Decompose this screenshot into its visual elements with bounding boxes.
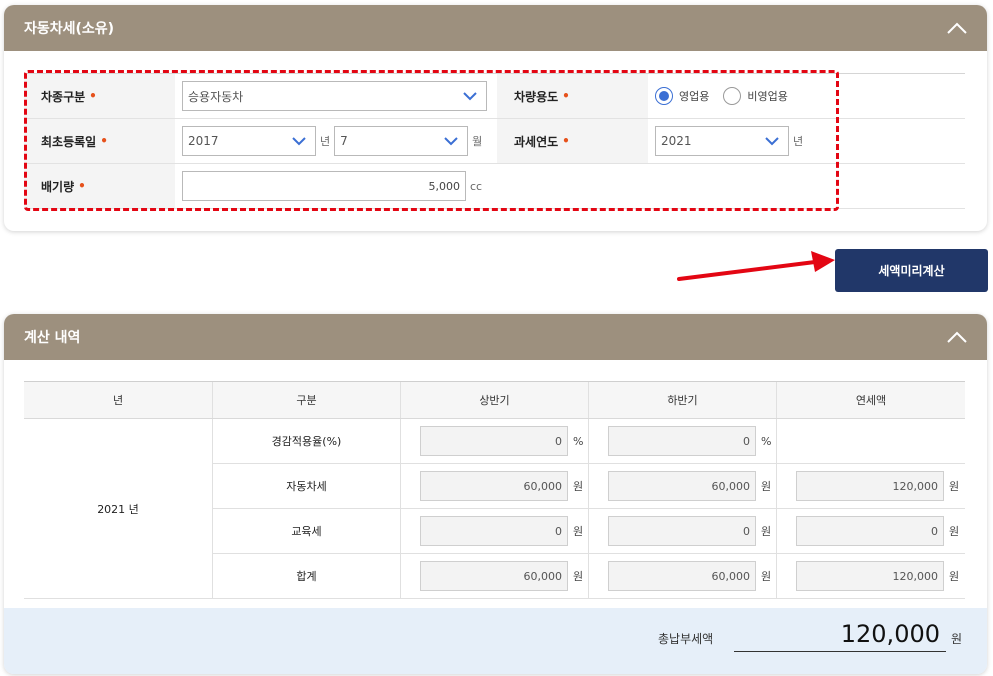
table-row: 자동차세 60,000 원 60,000 원 120,000 원 [213,464,965,509]
registration-month-select[interactable]: 7 [334,126,469,156]
second-half-value: 60,000 [608,471,756,501]
form-row: 최초등록일 • 2017 년 7 월 과세연도 • 2021 년 [24,119,965,164]
table-row: 교육세 0 원 0 원 0 원 [213,509,965,554]
second-half-value: 0 [608,426,756,456]
tax-year-unit: 년 [793,135,804,148]
chevron-down-icon [443,133,459,152]
header-category: 구분 [213,382,401,418]
annual-value: 0 [796,516,944,546]
tax-year-select[interactable]: 2021 [655,126,789,156]
annual-value: 120,000 [796,561,944,591]
month-unit: 월 [472,135,483,148]
row-label: 교육세 [213,509,401,553]
header-second-half: 하반기 [589,382,777,418]
total-bar: 총납부세액 120,000 원 [4,608,987,674]
registration-year-select[interactable]: 2017 [182,126,316,156]
table-header: 년 구분 상반기 하반기 연세액 [24,382,965,419]
second-half-value: 0 [608,516,756,546]
collapse-chevron-up-icon[interactable] [947,18,967,38]
vehicle-form: 차종구분 • 승용자동차 차량용도 • 영업용 비영업용 최초등록일 • 201… [24,73,965,209]
radio-noncommercial-label: 비영업용 [747,90,788,103]
annual-value: 120,000 [796,471,944,501]
row-label: 자동차세 [213,464,401,508]
annual-empty-cell [777,419,965,463]
panel-title: 자동차세(소유) [24,21,115,37]
vehicle-type-label: 차종구분 • [24,74,175,118]
year-cell: 2021 년 [24,419,213,599]
radio-commercial[interactable] [655,87,673,105]
first-half-value: 0 [420,426,568,456]
radio-noncommercial[interactable] [723,87,742,105]
panel-header: 계산 내역 [4,314,987,360]
year-unit: 년 [320,135,331,148]
second-half-value: 60,000 [608,561,756,591]
row-label: 경감적용율(%) [213,419,401,463]
displacement-unit: cc [470,179,483,193]
row-label: 합계 [213,554,401,598]
vehicle-use-label: 차량용도 • [497,74,648,118]
registration-date-label: 최초등록일 • [24,119,175,163]
header-year: 년 [24,382,213,418]
required-mark: • [89,89,97,103]
vehicle-tax-panel: 자동차세(소유) 차종구분 • 승용자동차 차량용도 • 영업용 비영업용 최초… [4,5,987,231]
chevron-down-icon [291,133,307,152]
panel-header: 자동차세(소유) [4,5,987,51]
total-value: 120,000 [734,616,946,652]
displacement-label: 배기량 • [24,164,175,208]
vehicle-type-select[interactable]: 승용자동차 [182,81,487,111]
chevron-down-icon [462,88,478,107]
header-first-half: 상반기 [401,382,589,418]
table-row: 경감적용율(%) 0 % 0 % [213,419,965,464]
panel-title: 계산 내역 [24,330,81,346]
total-unit: 원 [951,632,963,646]
form-row: 차종구분 • 승용자동차 차량용도 • 영업용 비영업용 [24,74,965,119]
total-label: 총납부세액 [658,632,714,646]
collapse-chevron-up-icon[interactable] [947,327,967,347]
chevron-down-icon [764,133,780,152]
header-annual: 연세액 [855,394,887,407]
form-row: 배기량 • 5,000 cc [24,164,965,209]
first-half-value: 60,000 [420,561,568,591]
first-half-value: 60,000 [420,471,568,501]
displacement-input[interactable]: 5,000 [182,171,466,201]
result-table: 년 구분 상반기 하반기 연세액 2021 년 경감적용율(%) 0 % 0 % [24,381,965,599]
tax-year-label: 과세연도 • [497,119,648,163]
calculate-tax-button[interactable]: 세액미리계산 [835,249,988,292]
table-row: 합계 60,000 원 60,000 원 120,000 원 [213,554,965,599]
red-arrow-icon [677,251,835,281]
calculation-panel: 계산 내역 년 구분 상반기 하반기 연세액 2021 년 경감적용율(%) 0… [4,314,987,674]
radio-commercial-label: 영업용 [679,90,710,103]
first-half-value: 0 [420,516,568,546]
